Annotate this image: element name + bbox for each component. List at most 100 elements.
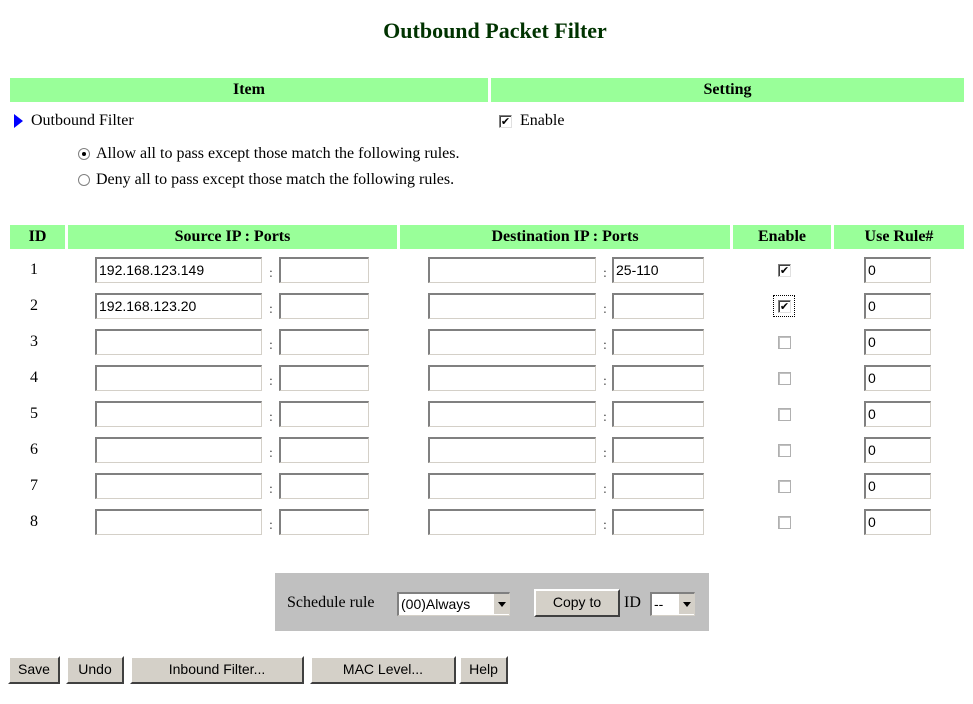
use-rule-input[interactable]: 0 [864,509,931,535]
destination-ports-input[interactable] [612,365,704,391]
undo-button[interactable]: Undo [66,656,124,684]
use-rule-input[interactable]: 0 [864,473,931,499]
allow-all-label: Allow all to pass except those match the… [96,145,460,162]
source-ports-input[interactable] [279,473,369,499]
colon-separator: : [269,518,273,533]
source-ports-input[interactable] [279,365,369,391]
setting-column-header: Setting [491,78,964,102]
outbound-filter-enable-label: Enable [520,112,565,129]
col-header-enable: Enable [733,225,831,249]
source-ip-input[interactable] [95,473,262,499]
destination-ports-input[interactable] [612,401,704,427]
source-ports-input[interactable] [279,257,369,283]
destination-ports-input[interactable] [612,437,704,463]
copy-id-select[interactable]: -- [650,592,695,616]
destination-ports-input[interactable] [612,473,704,499]
source-ports-input[interactable] [279,401,369,427]
use-rule-input[interactable]: 0 [864,365,931,391]
colon-separator: : [603,266,607,281]
outbound-filter-enable-checkbox[interactable]: ✔ [499,115,512,128]
destination-ip-input[interactable] [428,473,596,499]
rule-id: 3 [30,333,38,350]
source-ip-input[interactable] [95,437,262,463]
colon-separator: : [603,446,607,461]
deny-all-label: Deny all to pass except those match the … [96,171,455,188]
chevron-down-icon [678,594,694,614]
deny-all-radio[interactable] [78,174,90,186]
colon-separator: : [269,482,273,497]
rule-enable-checkbox[interactable]: ✔ [778,300,791,313]
copy-id-label: ID [624,594,641,611]
col-header-id: ID [10,225,65,249]
destination-ports-input[interactable]: 25-110 [612,257,704,283]
page-title: Outbound Packet Filter [383,18,607,43]
rule-id: 4 [30,369,38,386]
rule-id: 1 [30,261,38,278]
schedule-rule-label: Schedule rule [287,594,375,611]
schedule-rule-select[interactable]: (00)Always [397,592,510,616]
destination-ip-input[interactable] [428,257,596,283]
rule-enable-checkbox[interactable] [778,336,791,349]
allow-all-radio[interactable] [78,148,90,160]
rule-id: 7 [30,477,38,494]
destination-ip-input[interactable] [428,401,596,427]
source-ports-input[interactable] [279,509,369,535]
item-column-header: Item [10,78,488,102]
colon-separator: : [269,410,273,425]
destination-ports-input[interactable] [612,293,704,319]
rule-enable-checkbox[interactable] [778,516,791,529]
colon-separator: : [603,518,607,533]
schedule-rule-value: (00)Always [401,596,471,612]
save-button[interactable]: Save [8,656,60,684]
outbound-filter-label: Outbound Filter [31,112,134,129]
use-rule-input[interactable]: 0 [864,329,931,355]
rule-enable-checkbox[interactable] [778,372,791,385]
colon-separator: : [603,374,607,389]
help-button[interactable]: Help [459,656,508,684]
colon-separator: : [603,410,607,425]
rule-enable-checkbox[interactable] [778,408,791,421]
destination-ip-input[interactable] [428,509,596,535]
rule-enable-checkbox[interactable] [778,444,791,457]
copy-id-value: -- [654,596,664,612]
use-rule-input[interactable]: 0 [864,401,931,427]
copy-to-button[interactable]: Copy to [534,589,620,617]
source-ports-input[interactable] [279,437,369,463]
inbound-filter-button[interactable]: Inbound Filter... [130,656,304,684]
source-ports-input[interactable] [279,329,369,355]
source-ip-input[interactable] [95,401,262,427]
colon-separator: : [269,302,273,317]
destination-ports-input[interactable] [612,509,704,535]
col-header-destination: Destination IP : Ports [400,225,730,249]
colon-separator: : [603,482,607,497]
source-ip-input[interactable] [95,365,262,391]
rule-enable-checkbox[interactable]: ✔ [778,264,791,277]
source-ports-input[interactable] [279,293,369,319]
colon-separator: : [603,302,607,317]
mac-level-button[interactable]: MAC Level... [310,656,456,684]
colon-separator: : [269,266,273,281]
destination-ip-input[interactable] [428,329,596,355]
rule-id: 2 [30,297,38,314]
destination-ip-input[interactable] [428,293,596,319]
use-rule-input[interactable]: 0 [864,293,931,319]
checkmark-icon: ✔ [779,264,790,277]
rule-enable-checkbox[interactable] [778,480,791,493]
col-header-use-rule: Use Rule# [834,225,964,249]
colon-separator: : [269,446,273,461]
destination-ip-input[interactable] [428,437,596,463]
use-rule-input[interactable]: 0 [864,257,931,283]
rule-id: 5 [30,405,38,422]
destination-ip-input[interactable] [428,365,596,391]
colon-separator: : [269,374,273,389]
col-header-source: Source IP : Ports [68,225,397,249]
colon-separator: : [603,338,607,353]
use-rule-input[interactable]: 0 [864,437,931,463]
source-ip-input[interactable] [95,509,262,535]
source-ip-input[interactable]: 192.168.123.149 [95,257,262,283]
source-ip-input[interactable]: 192.168.123.20 [95,293,262,319]
destination-ports-input[interactable] [612,329,704,355]
source-ip-input[interactable] [95,329,262,355]
rule-id: 8 [30,513,38,530]
schedule-panel: Schedule rule (00)Always Copy to ID -- [275,573,709,631]
